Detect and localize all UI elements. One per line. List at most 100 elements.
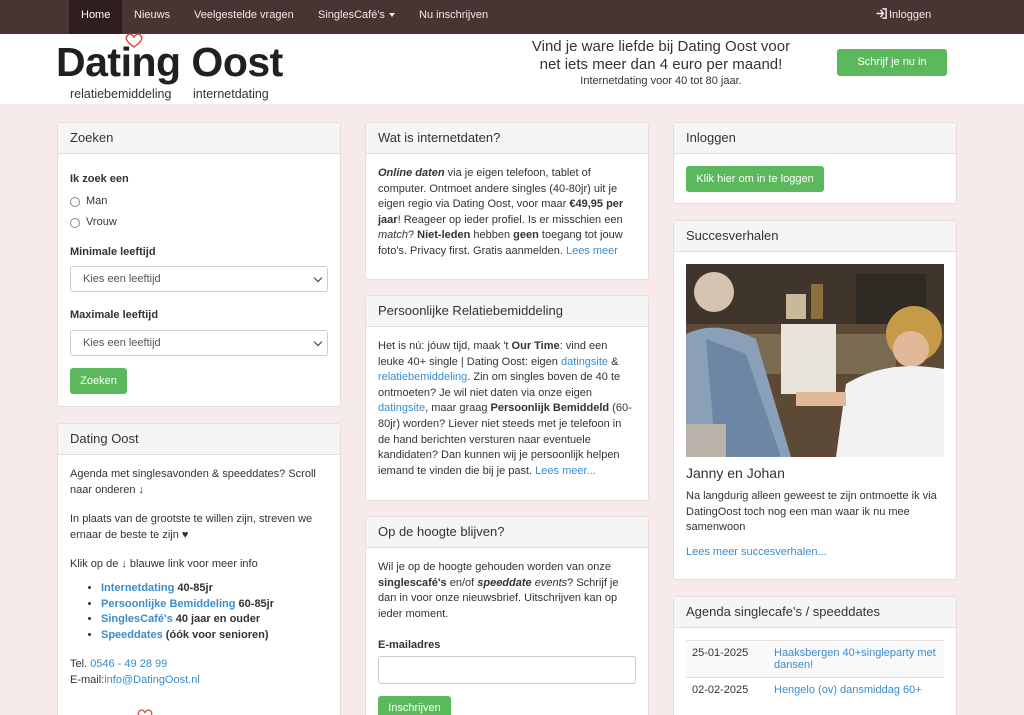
logo-title: Dating Oost	[56, 39, 283, 85]
radio-button[interactable]	[70, 217, 80, 228]
nav-login[interactable]: Inloggen	[864, 0, 943, 34]
logo-subtitle-left: relatiebemiddeling	[70, 87, 172, 101]
event-date: 25-01-2025	[692, 647, 749, 659]
text-bold: geen	[513, 229, 539, 242]
phone-label: Tel.	[70, 658, 91, 671]
text-italic: events	[534, 576, 568, 589]
radio-woman-label: Vrouw	[86, 215, 117, 228]
login-panel-title: Inloggen	[674, 123, 956, 154]
event-date: 02-02-2025	[692, 684, 749, 696]
search-button[interactable]: Zoeken	[70, 367, 127, 394]
text: ?	[407, 229, 418, 242]
list-item-suffix: 40 jaar en ouder	[172, 613, 261, 626]
relatiebemiddeling-link[interactable]: relatiebemiddeling	[378, 371, 467, 383]
personal-matchmaking-text: Het is nú: jóuw tijd, maak 't Our Time: …	[366, 327, 648, 491]
text-bold: Niet-leden	[417, 229, 471, 242]
about-mission-text: In plaats van de grootste te willen zijn…	[70, 513, 313, 541]
nav-singlescafe-label: SinglesCafé's	[318, 9, 385, 21]
tagline: Vind je ware liefde bij Dating Oost voor…	[531, 38, 791, 73]
list-item: Persoonlijke Bemiddeling 60-85jr	[101, 597, 328, 613]
about-agenda-text: Agenda met singlesavonden & speeddates? …	[70, 468, 316, 496]
sign-in-icon	[876, 8, 887, 19]
navbar: Home Nieuws Veelgestelde vragen SinglesC…	[0, 0, 1024, 34]
event-link[interactable]: Hengelo (ov) dansmiddag 60+	[774, 684, 922, 696]
search-panel-title: Zoeken	[58, 123, 340, 154]
email-line: E-mail:info@DatingOost.nl	[70, 673, 328, 689]
agenda-panel: Agenda singlecafe's / speeddates 25-01-2…	[673, 596, 957, 715]
about-panel-title: Dating Oost	[58, 424, 340, 455]
list-item: Speeddates (óók voor senioren)	[101, 628, 328, 644]
newsletter-text: Wil je op de hoogte gehouden worden van …	[378, 560, 636, 622]
nav-login-label: Inloggen	[889, 9, 932, 21]
radio-man[interactable]: Man	[70, 194, 328, 210]
nav-faq[interactable]: Veelgestelde vragen	[182, 0, 306, 34]
email-link[interactable]: info@DatingOost.nl	[104, 674, 200, 686]
max-age-select[interactable]: Kies een leeftijd	[70, 329, 328, 356]
list-item-suffix: 60-85jr	[235, 597, 275, 610]
radio-man-label: Man	[86, 194, 108, 207]
subscribe-button[interactable]: Inschrijven	[378, 695, 451, 715]
event-link[interactable]: Haaksbergen 40+singleparty met dansen!	[774, 647, 938, 671]
nav-news[interactable]: Nieuws	[122, 0, 182, 34]
about-info-text: Klik op de ↓ blauwe link voor meer info	[70, 558, 258, 571]
datingsite-link[interactable]: datingsite	[561, 356, 608, 368]
logo[interactable]: Dating Oost relatiebemiddeling internetd…	[56, 33, 296, 104]
internetdating-read-more-link[interactable]: Lees meer	[566, 245, 618, 257]
caret-down-icon	[388, 13, 395, 18]
search-panel: Zoeken Ik zoek een Man Vrouw Minimale le…	[57, 122, 341, 407]
nav-home[interactable]: Home	[69, 0, 123, 34]
internetdating-text: Online daten via je eigen telefoon, tabl…	[366, 154, 648, 272]
email-field-label: E-mailadres	[378, 639, 441, 652]
tagline-subtitle: Internetdating voor 40 tot 80 jaar.	[580, 75, 742, 87]
text-bold-italic: speeddate	[477, 576, 532, 589]
list-item-suffix: (óók voor senioren)	[162, 628, 269, 641]
phone-line: Tel. 0546 - 49 28 99	[70, 657, 328, 673]
nav-signup[interactable]: Nu inschrijven	[407, 0, 500, 34]
max-age-value: Kies een leeftijd	[83, 336, 161, 349]
services-list: Internetdating 40-85jr Persoonlijke Bemi…	[70, 581, 328, 643]
text-bold: Persoonlijk Bemiddeld	[490, 402, 610, 415]
text-italic: match	[378, 229, 408, 242]
heart-icon	[137, 709, 153, 715]
success-stories-title: Succesverhalen	[674, 221, 956, 252]
success-story-text: Na langdurig alleen geweest te zijn ontm…	[686, 490, 937, 534]
email-label: E-mail:	[70, 673, 105, 686]
radio-button[interactable]	[70, 196, 80, 207]
internetdating-panel-title: Wat is internetdaten?	[366, 123, 648, 154]
nav-singlescafe-dropdown[interactable]: SinglesCafé's	[306, 0, 407, 34]
table-row: 02-02-2025 Hengelo (ov) dansmiddag 60+	[686, 677, 944, 702]
phone-link[interactable]: 0546 - 49 28 99	[90, 658, 167, 670]
login-panel: Inloggen Klik hier om in te loggen	[673, 122, 957, 204]
text: ! Reageer op ieder profiel. Is er missch…	[397, 213, 623, 226]
personal-matchmaking-panel: Persoonlijke Relatiebemiddeling Het is n…	[365, 295, 649, 501]
success-couple-name: Janny en Johan	[686, 465, 785, 481]
persoonlijke-bemiddeling-link[interactable]: Persoonlijke Bemiddeling	[101, 598, 235, 610]
table-row: 25-01-2025 Haaksbergen 40+singleparty me…	[686, 640, 944, 677]
list-item-suffix: 40-85jr	[174, 581, 213, 594]
newsletter-panel-title: Op de hoogte blijven?	[366, 517, 648, 548]
text: Wil je op de hoogte gehouden worden van …	[378, 561, 612, 573]
list-item: SinglesCafé's 40 jaar en ouder	[101, 612, 328, 628]
internetdating-panel: Wat is internetdaten? Online daten via j…	[365, 122, 649, 280]
internetdating-link[interactable]: Internetdating	[101, 582, 174, 594]
personal-read-more-link[interactable]: Lees meer...	[535, 465, 596, 477]
text-bold: singlescafé's	[378, 576, 447, 589]
login-button[interactable]: Klik hier om in te loggen	[686, 166, 824, 192]
logo-subtitle-right: internetdating	[193, 87, 269, 101]
looking-for-label: Ik zoek een	[70, 173, 129, 185]
text-bold-italic: Online daten	[378, 167, 445, 179]
radio-woman[interactable]: Vrouw	[70, 215, 328, 231]
about-panel: Dating Oost Agenda met singlesavonden & …	[57, 423, 341, 715]
newsletter-panel: Op de hoogte blijven? Wil je op de hoogt…	[365, 516, 649, 715]
success-read-more-link[interactable]: Lees meer succesverhalen...	[686, 545, 944, 561]
speeddates-link[interactable]: Speeddates	[101, 629, 163, 641]
min-age-value: Kies een leeftijd	[83, 273, 161, 286]
singlescafes-link[interactable]: SinglesCafé's	[101, 613, 173, 625]
site-header: Dating Oost relatiebemiddeling internetd…	[0, 33, 1024, 104]
personal-matchmaking-title: Persoonlijke Relatiebemiddeling	[366, 296, 648, 327]
signup-button[interactable]: Schrijf je nu in	[837, 49, 947, 76]
email-field[interactable]	[378, 655, 636, 684]
text: en/of	[446, 576, 478, 589]
datingsite-link[interactable]: datingsite	[378, 402, 425, 414]
min-age-select[interactable]: Kies een leeftijd	[70, 266, 328, 293]
